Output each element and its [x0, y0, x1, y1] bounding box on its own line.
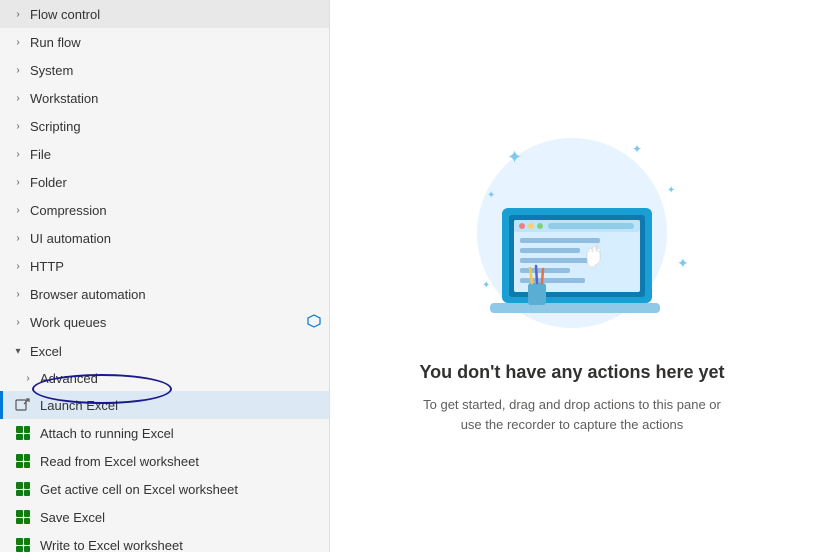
sidebar-item-label: Folder [30, 175, 321, 190]
sidebar-item-folder[interactable]: Folder [0, 168, 329, 196]
sidebar-item-label: Work queues [30, 315, 301, 330]
sidebar-item-label: Workstation [30, 91, 321, 106]
sidebar-item-browser-automation[interactable]: Browser automation [0, 280, 329, 308]
chevron-icon [10, 258, 26, 274]
sidebar-item-flow-control[interactable]: Flow control [0, 0, 329, 28]
sidebar-item-scripting[interactable]: Scripting [0, 112, 329, 140]
sidebar-item-label: System [30, 63, 321, 78]
main-content: ✦ ✦ ✦ ✦ ✦ ✦ [330, 0, 814, 552]
action-label: Save Excel [40, 510, 105, 525]
chevron-icon [20, 370, 36, 386]
chevron-icon [10, 146, 26, 162]
sidebar-item-label: Browser automation [30, 287, 321, 302]
action-label: Attach to running Excel [40, 426, 174, 441]
action-label: Write to Excel worksheet [40, 538, 183, 552]
sidebar: Flow control Run flow System Workstation… [0, 0, 330, 552]
launch-excel-icon [14, 396, 32, 414]
sidebar-item-system[interactable]: System [0, 56, 329, 84]
chevron-icon [10, 6, 26, 22]
sidebar-item-advanced[interactable]: Advanced [10, 365, 329, 391]
action-write-excel[interactable]: Write to Excel worksheet [0, 531, 329, 552]
chevron-icon [10, 230, 26, 246]
sidebar-item-label: UI automation [30, 231, 321, 246]
write-excel-icon [14, 536, 32, 552]
chevron-icon [10, 174, 26, 190]
chevron-icon [10, 315, 26, 331]
svg-text:✦: ✦ [487, 190, 495, 201]
sidebar-item-label: File [30, 147, 321, 162]
svg-text:✦: ✦ [667, 185, 675, 196]
sidebar-item-compression[interactable]: Compression [0, 196, 329, 224]
empty-state-illustration: ✦ ✦ ✦ ✦ ✦ ✦ [432, 118, 712, 338]
chevron-icon [10, 62, 26, 78]
sidebar-item-excel[interactable]: Excel [0, 337, 329, 365]
sidebar-item-run-flow[interactable]: Run flow [0, 28, 329, 56]
sidebar-item-label: Scripting [30, 119, 321, 134]
sidebar-item-http[interactable]: HTTP [0, 252, 329, 280]
action-save-excel[interactable]: Save Excel [0, 503, 329, 531]
sidebar-item-label: HTTP [30, 259, 321, 274]
chevron-icon [10, 343, 26, 359]
read-excel-icon [14, 452, 32, 470]
chevron-icon [10, 286, 26, 302]
sidebar-item-ui-automation[interactable]: UI automation [0, 224, 329, 252]
svg-text:✦: ✦ [632, 142, 642, 156]
chevron-icon [10, 202, 26, 218]
action-attach-excel[interactable]: Attach to running Excel [0, 419, 329, 447]
sidebar-item-workstation[interactable]: Workstation [0, 84, 329, 112]
action-get-active-cell[interactable]: Get active cell on Excel worksheet [0, 475, 329, 503]
chevron-icon [10, 34, 26, 50]
action-launch-excel[interactable]: Launch Excel [0, 391, 329, 419]
action-label: Launch Excel [40, 398, 118, 413]
svg-text:✦: ✦ [507, 147, 522, 167]
get-cell-icon [14, 480, 32, 498]
svg-text:✦: ✦ [677, 255, 689, 271]
sidebar-item-work-queues[interactable]: Work queues [0, 308, 329, 337]
work-queues-badge [307, 314, 321, 331]
svg-text:✦: ✦ [482, 280, 490, 291]
action-read-excel[interactable]: Read from Excel worksheet [0, 447, 329, 475]
action-label: Read from Excel worksheet [40, 454, 199, 469]
attach-excel-icon [14, 424, 32, 442]
sidebar-item-label: Advanced [40, 371, 98, 386]
sidebar-item-label: Compression [30, 203, 321, 218]
save-excel-icon [14, 508, 32, 526]
excel-subsections: Advanced [0, 365, 329, 391]
sidebar-item-label: Excel [30, 344, 321, 359]
chevron-icon [10, 118, 26, 134]
chevron-icon [10, 90, 26, 106]
sidebar-item-file[interactable]: File [0, 140, 329, 168]
sidebar-item-label: Flow control [30, 7, 321, 22]
empty-state-title: You don't have any actions here yet [419, 362, 724, 383]
sidebar-item-label: Run flow [30, 35, 321, 50]
empty-state-subtitle: To get started, drag and drop actions to… [412, 395, 732, 434]
action-label: Get active cell on Excel worksheet [40, 482, 238, 497]
